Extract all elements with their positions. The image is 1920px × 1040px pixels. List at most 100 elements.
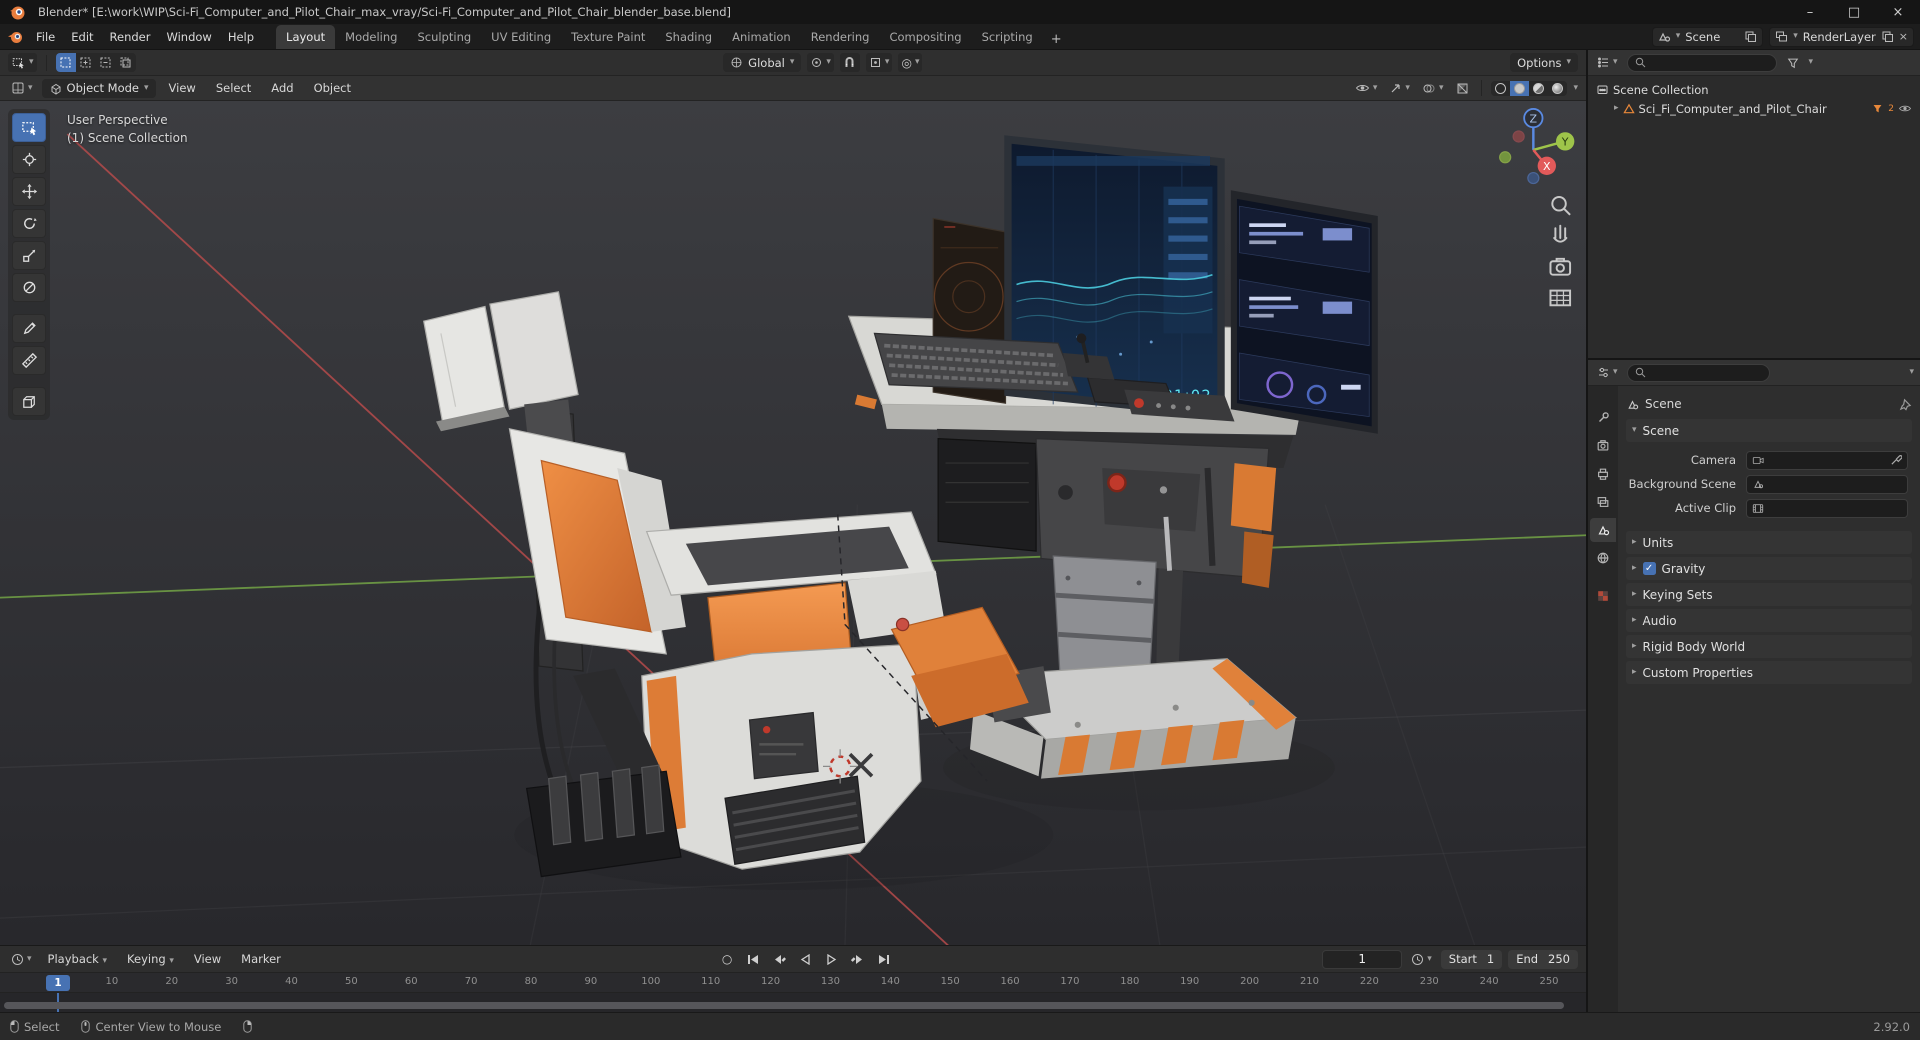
xray-toggle-button[interactable] [1452,79,1472,98]
workspace-tab-modeling[interactable]: Modeling [335,25,407,49]
panel-rigid-body-world[interactable]: ▸ Rigid Body World [1626,635,1912,658]
maximize-button[interactable]: □ [1832,0,1876,24]
timeline-editor-dropdown[interactable]: ▾ [8,950,35,969]
proportional-editing-button[interactable]: ◎ ▾ [898,53,923,72]
menu-tl-marker[interactable]: Marker [234,949,288,969]
tab-world[interactable] [1590,546,1616,570]
playback-sync-dropdown[interactable]: ▾ [1408,950,1435,969]
jump-to-end-button[interactable] [871,950,895,969]
transform-orientation-dropdown[interactable]: Global ▾ [723,53,802,72]
workspace-tab-shading[interactable]: Shading [655,25,722,49]
menu-select[interactable]: Select [209,78,258,98]
snap-toggle-button[interactable] [839,53,860,72]
workspace-tab-uv-editing[interactable]: UV Editing [481,25,561,49]
panel-audio[interactable]: ▸ Audio [1626,609,1912,632]
menu-tl-view[interactable]: View [187,949,228,969]
shading-solid-button[interactable] [1510,80,1530,96]
options-dropdown[interactable]: Options ▾ [1510,53,1579,72]
viewport-3d[interactable]: 01:02 [0,101,1586,945]
menu-render[interactable]: Render [102,27,159,47]
menu-window[interactable]: Window [158,27,219,47]
new-view-layer-icon[interactable] [1881,30,1894,43]
current-frame-field[interactable]: 1 [1322,949,1403,969]
pin-icon[interactable] [1899,398,1912,411]
new-scene-icon[interactable] [1744,30,1757,43]
select-mode-intersect-button[interactable] [116,53,136,72]
tool-transform[interactable] [12,273,46,302]
blender-menu-icon[interactable] [6,28,24,46]
scene-selector[interactable]: ▾ Scene [1651,26,1764,47]
snap-settings-dropdown[interactable]: ▾ [865,53,893,72]
play-reverse-button[interactable] [793,950,817,969]
remove-view-layer-icon[interactable]: × [1899,30,1908,43]
chevron-down-icon[interactable]: ▾ [1809,58,1814,67]
tab-texture[interactable] [1590,584,1616,608]
workspace-tab-sculpting[interactable]: Sculpting [407,25,481,49]
gizmo-z-label[interactable]: Z [1530,112,1538,125]
minimize-button[interactable]: – [1788,0,1832,24]
gizmo-x-label[interactable]: X [1543,160,1551,173]
gizmo-y-label[interactable]: Y [1561,136,1569,149]
shading-wireframe-button[interactable] [1491,81,1510,96]
select-mode-new-button[interactable] [55,53,76,72]
outliner-row-scene-collection[interactable]: Scene Collection [1592,80,1916,99]
menu-view[interactable]: View [162,78,203,98]
scene-browse-icon[interactable] [1658,30,1671,43]
tool-annotate[interactable] [12,314,46,343]
timeline-ruler[interactable]: 1 10 20 30 40 50 60 70 80 90 100 110 120 130 140 150 16… [0,973,1586,993]
menu-playback[interactable]: Playback ▾ [41,949,115,969]
shading-rendered-button[interactable] [1548,81,1567,96]
workspace-tab-layout[interactable]: Layout [276,25,336,49]
outliner-filter-button[interactable] [1783,53,1803,72]
tool-move[interactable] [12,177,46,206]
menu-file[interactable]: File [28,27,63,47]
viewport-scene[interactable]: 01:02 [0,101,1586,945]
shading-material-button[interactable] [1529,81,1548,96]
properties-search-input[interactable] [1626,363,1770,382]
autokey-toggle[interactable]: ○ [715,950,739,969]
next-keyframe-button[interactable] [845,950,869,969]
editor-type-dropdown[interactable]: ▾ [8,79,36,98]
panel-custom-properties[interactable]: ▸ Custom Properties [1626,661,1912,684]
select-mode-subtract-button[interactable] [96,53,116,72]
workspace-tab-texture-paint[interactable]: Texture Paint [561,25,655,49]
expand-icon[interactable]: ▸ [1614,104,1619,113]
mode-dropdown[interactable]: Object Mode ▾ [41,78,156,98]
timeline-track[interactable] [0,993,1586,1012]
view-layer-selector[interactable]: ▾ RenderLayer × [1769,26,1914,47]
panel-units[interactable]: ▸ Units [1626,531,1912,554]
tool-cursor[interactable] [12,145,46,174]
active-clip-field[interactable] [1746,498,1908,518]
visibility-dropdown[interactable]: ▾ [1352,79,1381,98]
workspace-tab-rendering[interactable]: Rendering [801,25,880,49]
tool-scale[interactable] [12,241,46,270]
select-mode-extend-button[interactable] [76,53,96,72]
gravity-checkbox[interactable]: ✓ [1642,562,1656,575]
overlays-dropdown[interactable]: ▾ [1419,79,1447,98]
jump-to-start-button[interactable] [741,950,765,969]
timeline-scrollbar[interactable] [4,1002,1564,1009]
chevron-down-icon[interactable]: ▾ [1909,368,1914,377]
chevron-down-icon[interactable]: ▾ [1573,83,1578,93]
menu-keying[interactable]: Keying ▾ [120,949,181,969]
outliner-row-object[interactable]: ▸ Sci_Fi_Computer_and_Pilot_Chair 2 [1592,99,1916,118]
tab-output[interactable] [1590,462,1616,486]
tab-scene[interactable] [1590,518,1616,542]
tool-rotate[interactable] [12,209,46,238]
eyedropper-icon[interactable] [1890,454,1902,466]
tool-select-box[interactable] [12,113,46,142]
add-workspace-button[interactable]: + [1043,30,1070,49]
menu-edit[interactable]: Edit [63,27,101,47]
active-tool-button[interactable]: ▾ [8,53,37,72]
panel-keying-sets[interactable]: ▸ Keying Sets [1626,583,1912,606]
camera-field[interactable] [1746,450,1908,470]
panel-scene-header[interactable]: ▾ Scene [1626,419,1912,442]
tab-tool[interactable] [1590,406,1616,430]
play-button[interactable] [819,950,843,969]
background-scene-field[interactable] [1746,474,1908,494]
tab-render[interactable] [1590,434,1616,458]
prev-keyframe-button[interactable] [767,950,791,969]
hide-eye-icon[interactable] [1898,103,1912,114]
menu-object[interactable]: Object [307,78,358,98]
workspace-tab-scripting[interactable]: Scripting [972,25,1043,49]
